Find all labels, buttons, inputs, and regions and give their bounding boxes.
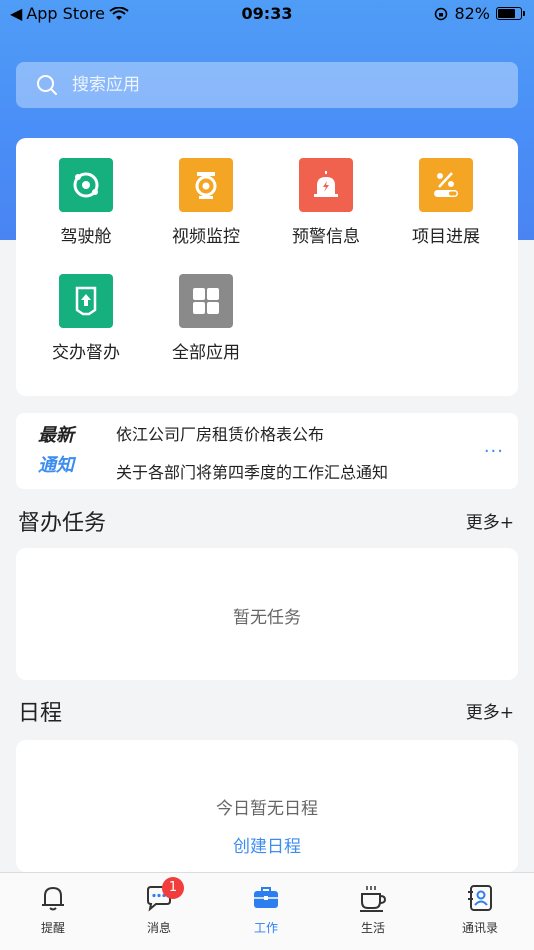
notice-item[interactable]: 关于各部门将第四季度的工作汇总通知 — [116, 459, 388, 483]
tab-life[interactable]: 生活 — [320, 883, 426, 936]
grid-icon — [179, 274, 233, 328]
tab-work[interactable]: 工作 — [213, 883, 319, 936]
app-grid: 驾驶舱 视频监控 预警信息 项目进展 交办督办 全部应用 — [16, 138, 518, 396]
tasks-empty-text: 暂无任务 — [233, 608, 301, 628]
tasks-title: 督办任务 — [18, 511, 107, 536]
schedule-more-button[interactable]: 更多+ — [466, 698, 514, 723]
orientation-lock-icon — [435, 7, 448, 20]
create-schedule-link[interactable]: 创建日程 — [16, 832, 518, 857]
search-icon — [37, 75, 57, 95]
coffee-icon — [360, 886, 387, 912]
app-alerts[interactable]: 预警信息 — [266, 158, 386, 247]
battery-level — [498, 9, 515, 18]
tab-reminders[interactable]: 提醒 — [0, 883, 106, 936]
unread-badge: 1 — [162, 877, 184, 899]
tab-label: 消息 — [146, 921, 171, 935]
app-all-apps[interactable]: 全部应用 — [146, 274, 266, 363]
tab-messages[interactable]: 消息 1 — [106, 877, 212, 936]
app-label: 交办督办 — [52, 343, 120, 363]
schedule-empty-text: 今日暂无日程 — [216, 799, 318, 819]
cockpit-icon — [59, 158, 113, 212]
tab-label: 工作 — [253, 921, 278, 935]
search-input[interactable] — [72, 75, 472, 95]
tab-label: 生活 — [360, 921, 385, 935]
status-bar: ◀ App Store 09:33 82% — [0, 0, 534, 28]
battery-icon — [496, 7, 525, 20]
alarm-icon — [299, 158, 353, 212]
assign-icon — [59, 274, 113, 328]
latest-notice-badge: 最新 通知 — [38, 425, 74, 476]
contacts-icon — [468, 885, 492, 911]
tasks-card: 暂无任务 — [16, 548, 518, 680]
tab-label: 提醒 — [40, 921, 65, 935]
app-label: 项目进展 — [412, 227, 480, 247]
tab-contacts[interactable]: 通讯录 — [427, 883, 533, 936]
schedule-card: 今日暂无日程 创建日程 — [16, 740, 518, 872]
battery-percent: 82% — [454, 4, 490, 23]
app-cockpit[interactable]: 驾驶舱 — [26, 158, 146, 247]
progress-icon — [419, 158, 473, 212]
notice-more-button[interactable]: ··· — [484, 441, 504, 462]
schedule-title: 日程 — [18, 701, 63, 726]
app-label: 预警信息 — [292, 227, 360, 247]
notice-banner[interactable]: 最新 通知 依江公司厂房租赁价格表公布 关于各部门将第四季度的工作汇总通知 ··… — [16, 413, 518, 489]
app-label: 驾驶舱 — [60, 227, 112, 247]
tasks-more-button[interactable]: 更多+ — [466, 508, 514, 533]
app-assign-supervise[interactable]: 交办督办 — [26, 274, 146, 363]
briefcase-icon — [254, 887, 278, 908]
camera-icon — [179, 158, 233, 212]
app-video-monitor[interactable]: 视频监控 — [146, 158, 266, 247]
search-bar[interactable] — [16, 62, 518, 108]
tab-bar: 提醒 消息 1 工作 生活 通讯录 — [0, 872, 534, 950]
bell-icon — [42, 886, 64, 911]
app-project-progress[interactable]: 项目进展 — [386, 158, 506, 247]
app-label: 全部应用 — [172, 343, 240, 363]
app-label: 视频监控 — [172, 227, 240, 247]
tab-label: 通讯录 — [461, 921, 498, 935]
notice-item[interactable]: 依江公司厂房租赁价格表公布 — [116, 421, 324, 445]
